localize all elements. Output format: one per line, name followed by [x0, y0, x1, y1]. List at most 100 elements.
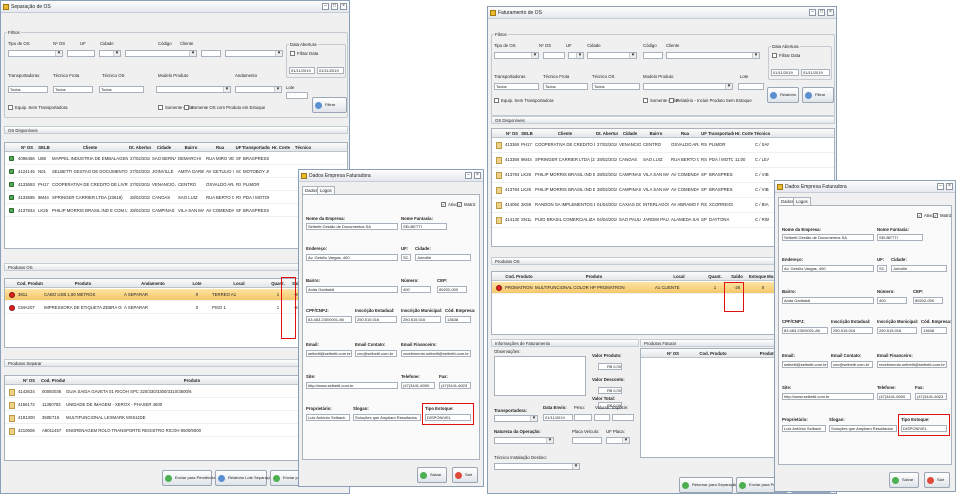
relatorio-lote-button[interactable]: Relatório Lote Separação: [215, 470, 273, 486]
nome-fantasia-input[interactable]: SELBETTI: [401, 223, 447, 230]
data-envio-input[interactable]: 01/11/2019: [543, 414, 573, 421]
telefone-input[interactable]: (47)3441-6000: [877, 393, 911, 400]
transportadoras-select[interactable]: Todos: [494, 83, 539, 90]
email-financeiro-input[interactable]: recebimento.selbetti@selbetti.com.br: [401, 350, 471, 357]
close-button[interactable]: ×: [946, 183, 953, 190]
table-row[interactable]: 4191300 350E716 MULTIFUNCIONAL LEXMARK MX6…: [5, 412, 347, 424]
lote-input[interactable]: [286, 92, 308, 99]
slogan-input[interactable]: Soluções que Ampliam Resultados: [353, 414, 421, 421]
table-row[interactable]: 4210606 A8011457 ENGRENAGEM ROLO TRANSPORT…: [5, 425, 347, 437]
table-row[interactable]: 4133693PH17COOPERATIVA DE CREDITO DE LIV…: [492, 139, 834, 153]
column-header[interactable]: Cliente: [534, 129, 596, 138]
ativo-checkbox[interactable]: ✓: [441, 202, 446, 207]
relatorio-button[interactable]: Relatório: [767, 87, 799, 103]
bairro-input[interactable]: Anita Garibaldi: [306, 286, 398, 293]
tecnico-os-select[interactable]: Todos: [99, 86, 144, 93]
proprietario-input[interactable]: Luiz Antônio Selbach: [782, 425, 826, 432]
column-header[interactable]: Quant.: [704, 272, 726, 281]
especie-input[interactable]: [612, 414, 634, 421]
column-header[interactable]: Produto: [534, 272, 654, 281]
minimize-button[interactable]: –: [937, 183, 944, 190]
nome-empresa-input[interactable]: Selbetti Gestão de Documentos SA: [306, 223, 398, 230]
uf-input[interactable]: SC: [877, 265, 887, 272]
uf-placa-select[interactable]: [606, 437, 630, 444]
retornar-separacao-button[interactable]: Retornar para Separação: [679, 477, 737, 493]
cod-empresa-input[interactable]: 13638: [921, 327, 947, 334]
email-contato-input[interactable]: cnc@selbetti.com.br: [355, 350, 397, 357]
cidade-select[interactable]: [587, 52, 637, 59]
ativo-checkbox[interactable]: ✓: [917, 213, 922, 218]
tipo-os-select[interactable]: [494, 52, 539, 59]
column-header[interactable]: Dt. Abertura: [596, 129, 618, 138]
column-header[interactable]: Cod. Produto: [41, 376, 65, 385]
column-header[interactable]: Transportadora: [242, 143, 270, 152]
codigo-input[interactable]: [643, 52, 663, 59]
column-header[interactable]: Nº OS: [504, 129, 520, 138]
natureza-operacao-select[interactable]: [494, 437, 554, 444]
column-header[interactable]: Local: [654, 272, 704, 281]
column-header[interactable]: Andamento: [123, 279, 183, 288]
data-fim-input[interactable]: 01/11/2019: [801, 69, 830, 76]
lote-input[interactable]: [738, 83, 764, 90]
column-header[interactable]: Hr. Corte: [270, 143, 292, 152]
table-row[interactable]: 4156172 11350782 UNIDADE DE IMAGEM - XEROX…: [5, 399, 347, 411]
table-row[interactable]: 4133693PH17COOPERATIVA DE CREDITO DE LIV…: [5, 179, 347, 191]
cidade-input[interactable]: Joinville: [415, 254, 471, 261]
site-input[interactable]: http://www.selbetti.com.br: [306, 382, 398, 389]
filtrar-button[interactable]: Filtrar: [802, 87, 834, 103]
andamento-select[interactable]: [235, 86, 282, 93]
table-row[interactable]: 4124145 N01 SELBETTI GESTAO DE DOCUMENTOS …: [5, 166, 347, 178]
peso-input[interactable]: [574, 414, 592, 421]
nro-os-input[interactable]: [543, 52, 565, 59]
filtrar-button[interactable]: Filtrar: [312, 97, 347, 113]
uf-input[interactable]: SC: [401, 254, 411, 261]
proprietario-input[interactable]: Luiz Antônio Selbach: [306, 414, 350, 421]
cnpj-input[interactable]: 83.483.230/0001-86: [306, 316, 352, 323]
data-fim-input[interactable]: 01/11/2019: [317, 67, 344, 74]
sair-button[interactable]: Sair: [924, 472, 950, 488]
column-header[interactable]: Bairro: [177, 143, 205, 152]
modelo-produto-select[interactable]: [643, 83, 733, 90]
column-header[interactable]: Nº OS: [17, 376, 41, 385]
codigo-input[interactable]: [201, 50, 221, 57]
column-header[interactable]: Hr. Corte: [734, 129, 754, 138]
tecnico-frota-select[interactable]: Todos: [53, 86, 93, 93]
numero-input[interactable]: 400: [877, 297, 907, 304]
tecnico-instalacao-select[interactable]: [494, 463, 580, 470]
nome-fantasia-input[interactable]: SELBETTI: [877, 234, 923, 241]
table-row[interactable]: 41336959M44SPRINGER CARRIER LTDA (23618)…: [5, 192, 347, 204]
maximize-button[interactable]: □: [331, 3, 338, 10]
inscricao-estadual-input[interactable]: 250.515.016: [831, 327, 873, 334]
column-header[interactable]: Cod. Produto: [504, 272, 534, 281]
data-inicio-input[interactable]: 01/11/2019: [289, 67, 315, 74]
sair-button[interactable]: Sair: [452, 467, 478, 483]
cliente-select[interactable]: [666, 52, 760, 59]
column-header[interactable]: Cidade: [151, 143, 177, 152]
column-header[interactable]: UF: [700, 129, 708, 138]
column-header[interactable]: Cliente: [51, 143, 129, 152]
inscricao-municipal-input[interactable]: 250.515.016: [401, 316, 441, 323]
uf-select[interactable]: [568, 52, 584, 59]
minimize-button[interactable]: –: [465, 172, 472, 179]
inscricao-estadual-input[interactable]: 250.515.016: [355, 316, 397, 323]
maximize-button[interactable]: □: [818, 9, 825, 16]
slogan-input[interactable]: Soluções que Ampliam Resultados: [829, 425, 897, 432]
column-header[interactable]: Produto: [43, 279, 123, 288]
endereco-input[interactable]: Av. Getúlio Vargas, 400: [306, 254, 398, 261]
column-header[interactable]: Cod. Produto: [17, 279, 43, 288]
table-row[interactable]: 4137844LK26PHILIP MORRIS BRASIL IND E CO…: [5, 205, 347, 217]
cep-input[interactable]: 89202-000: [913, 297, 943, 304]
column-header[interactable]: Técnico: [292, 143, 314, 152]
equip-sem-transp-checkbox[interactable]: [494, 98, 499, 103]
column-header[interactable]: Produto: [65, 376, 319, 385]
column-header[interactable]: Saldo: [726, 272, 748, 281]
column-header[interactable]: Local: [211, 279, 267, 288]
close-button[interactable]: ×: [474, 172, 481, 179]
nro-os-input[interactable]: [67, 50, 95, 57]
cidade-select[interactable]: [125, 50, 197, 57]
transportadoras-select[interactable]: Todos: [8, 86, 48, 93]
column-header[interactable]: Cidade: [618, 129, 642, 138]
column-header[interactable]: Rua: [205, 143, 235, 152]
column-header[interactable]: Bairro: [642, 129, 670, 138]
enviar-pendencia-button[interactable]: Enviar para Pendência: [162, 470, 215, 486]
